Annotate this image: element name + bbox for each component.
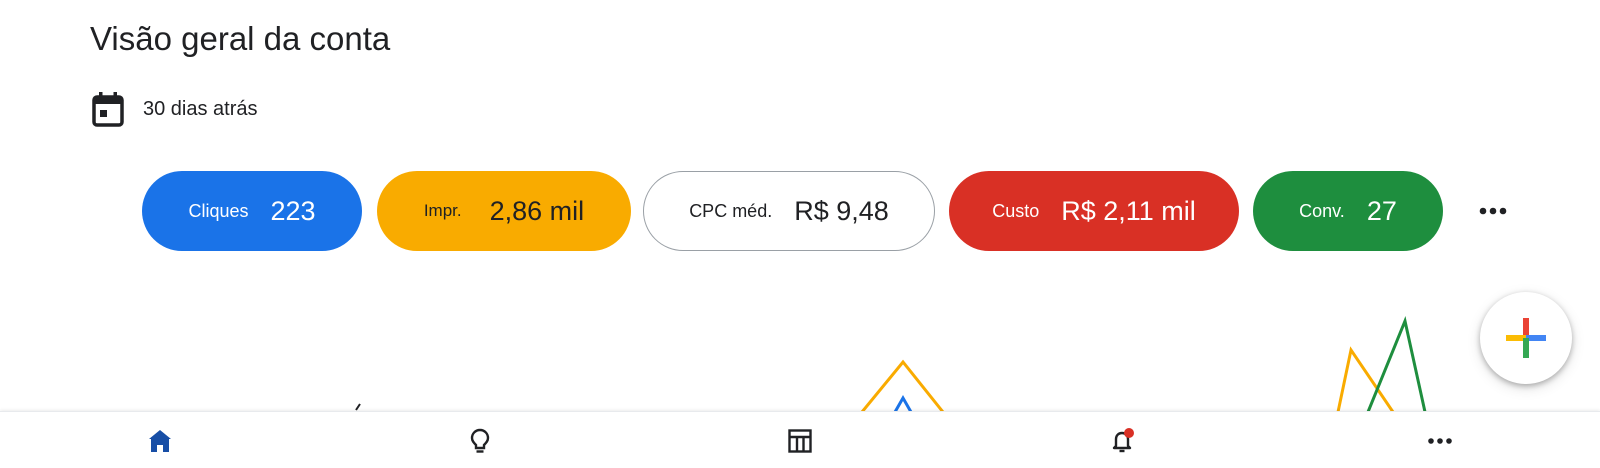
metric-value: R$ 2,11 mil [1061, 195, 1196, 226]
metric-chips: Cliques 223 Impr. 2,86 mil CPC méd. R$ 9… [142, 171, 1542, 251]
nav-item-ideas[interactable] [440, 412, 520, 468]
metric-label: Impr. [423, 201, 462, 220]
page-title: Visão geral da conta [90, 20, 391, 57]
more-metrics-button[interactable] [1468, 196, 1518, 226]
more-horizontal-icon [1479, 207, 1507, 215]
date-range-selector[interactable]: 30 dias atrás [92, 91, 258, 127]
performance-chart-lines [355, 315, 1427, 412]
table-icon [788, 428, 812, 453]
chart-line-clicks [893, 394, 913, 412]
chart-line-cost [355, 403, 361, 411]
metric-chip-conversions[interactable]: Conv. 27 [1253, 171, 1443, 251]
chart-line-conversions [1366, 315, 1427, 412]
lightbulb-icon [470, 428, 490, 453]
home-icon [149, 429, 171, 452]
bell-icon [1112, 427, 1134, 452]
plus-icon [1506, 318, 1546, 358]
metric-chip-impressions[interactable]: Impr. 2,86 mil [377, 171, 631, 251]
performance-chart [0, 300, 1600, 412]
metric-label: CPC méd. [689, 200, 773, 221]
metric-label: Conv. [1299, 200, 1345, 221]
metric-label: Cliques [188, 200, 249, 221]
nav-item-notifications[interactable] [1082, 412, 1162, 468]
nav-item-campaigns[interactable] [760, 412, 840, 468]
chart-line-impressions [1336, 346, 1395, 412]
nav-item-home[interactable] [120, 412, 200, 468]
nav-item-more[interactable] [1400, 412, 1480, 468]
metric-chip-cost[interactable]: Custo R$ 2,11 mil [949, 171, 1239, 251]
chart-line-impressions [860, 359, 945, 412]
bottom-navigation [0, 411, 1600, 468]
metric-chip-avg-cpc[interactable]: CPC méd. R$ 9,48 [643, 171, 935, 251]
account-overview-page: Visão geral da conta 30 dias atrás Cliqu… [0, 0, 1600, 468]
metric-chip-clicks[interactable]: Cliques 223 [142, 171, 362, 251]
metric-value: R$ 9,48 [794, 195, 889, 226]
more-horizontal-icon [1428, 437, 1452, 444]
metric-value: 223 [270, 195, 316, 226]
metric-value: 27 [1366, 195, 1397, 226]
calendar-icon [92, 92, 124, 127]
date-range-label: 30 dias atrás [143, 97, 258, 120]
metric-label: Custo [992, 200, 1040, 221]
notification-badge [1124, 427, 1134, 438]
metric-value: 2,86 mil [489, 195, 585, 226]
add-button[interactable] [1480, 292, 1572, 384]
